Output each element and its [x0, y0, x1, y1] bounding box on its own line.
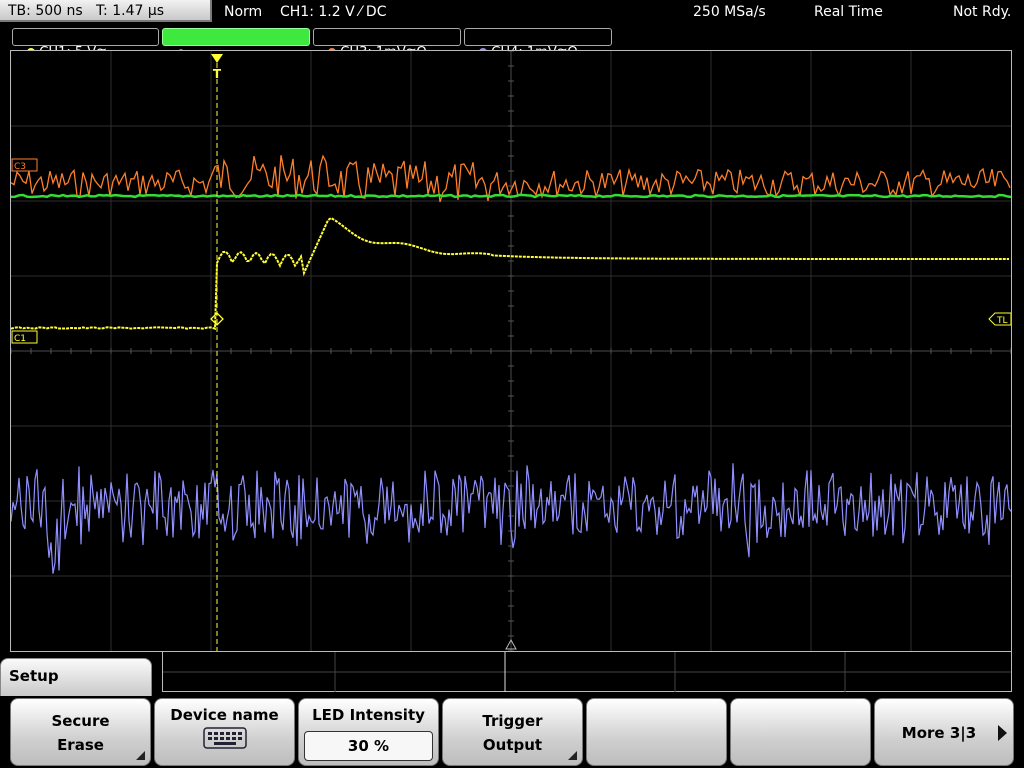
led-intensity-value: 30 % — [304, 731, 433, 761]
waveform-display[interactable]: T C3 C1 TL — [10, 50, 1012, 652]
c3-marker-label: C3 — [14, 162, 26, 172]
channel-tab-ch3[interactable]: CH3: 1mV≅Ω — [313, 28, 461, 60]
submenu-corner-icon — [136, 751, 145, 760]
timebase-box[interactable]: TB: 500 ns T: 1.47 µs — [0, 0, 212, 22]
trigger-level-marker[interactable]: TL — [988, 312, 1011, 326]
trigger-position-marker[interactable]: T — [211, 54, 223, 81]
c1-marker-label: C1 — [14, 334, 26, 344]
ch1-offset-marker[interactable]: C1 — [11, 330, 38, 344]
timebase-value: TB: 500 ns — [8, 3, 83, 19]
softkey-label: Erase — [57, 736, 104, 754]
ch1-waveform — [11, 216, 1009, 331]
next-page-arrow-icon — [998, 725, 1007, 741]
ch3-offset-marker[interactable]: C3 — [11, 158, 38, 172]
channel-tab-ch2[interactable]: CH2: 20 mV≅Ω — [162, 28, 310, 60]
led-intensity-button[interactable]: LED Intensity 30 % — [298, 698, 439, 766]
tl-marker-label: TL — [996, 316, 1008, 326]
trigger-t-label: T — [213, 67, 222, 81]
menu-title: Setup — [9, 667, 59, 685]
channel-tab-ch4[interactable]: CH4: 1mV≅Ω — [464, 28, 612, 60]
softkey-label: More 3|3 — [901, 724, 977, 742]
waveform-canvas: T C3 C1 TL — [11, 51, 1011, 651]
trigger-time-value: T: 1.47 µs — [96, 3, 165, 19]
keyboard-icon — [203, 727, 247, 749]
trigger-arrow-icon — [211, 54, 223, 63]
status-bar: TB: 500 ns T: 1.47 µs Norm CH1: 1.2 V ⁄ … — [0, 0, 1024, 24]
graticule-grid — [11, 51, 1011, 651]
empty-softkey-5[interactable] — [586, 698, 727, 766]
softkey-label: Output — [482, 736, 543, 754]
device-name-button[interactable]: Device name — [154, 698, 295, 766]
trigger-mode: Norm — [224, 4, 263, 20]
softkey-label: LED Intensity — [312, 706, 425, 724]
trigger-info: CH1: 1.2 V ⁄ DC — [280, 4, 387, 20]
channel-tab-ch1[interactable]: CH1: 5 V≅ — [12, 28, 159, 60]
more-button[interactable]: More 3|3 — [874, 698, 1014, 766]
secure-erase-button[interactable]: Secure Erase — [10, 698, 151, 766]
zoom-overview-strip — [162, 652, 1012, 692]
menu-title-tab: Setup — [0, 658, 152, 698]
trigger-output-button[interactable]: Trigger Output — [442, 698, 583, 766]
softkey-label: Trigger — [482, 712, 543, 730]
softkey-label: Device name — [170, 706, 279, 724]
sample-rate: 250 MSa/s — [693, 4, 766, 20]
submenu-corner-icon — [568, 751, 577, 760]
acquisition-state: Not Rdy. — [953, 4, 1012, 20]
softkey-label: Secure — [51, 712, 110, 730]
acquisition-mode: Real Time — [814, 4, 883, 20]
empty-softkey-6[interactable] — [730, 698, 871, 766]
